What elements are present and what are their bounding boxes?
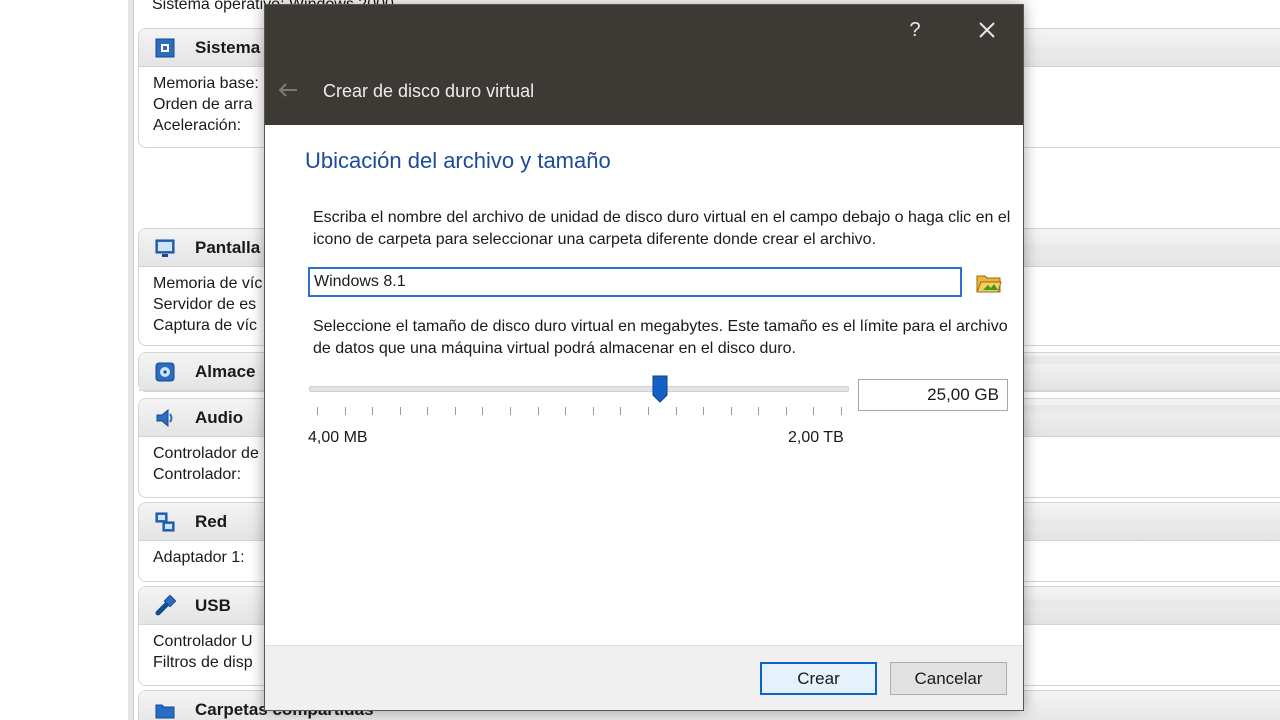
- folder-share-icon: [153, 698, 177, 720]
- filename-input[interactable]: [308, 267, 962, 297]
- slider-tick: [454, 407, 456, 415]
- slider-tick: [510, 407, 512, 415]
- divider: [1024, 520, 1280, 528]
- dialog-footer: Crear Cancelar: [265, 645, 1023, 710]
- slider-tick: [841, 407, 842, 415]
- slider-tick: [565, 407, 567, 415]
- create-button[interactable]: Crear: [760, 662, 877, 695]
- size-instructions: Seleccione el tamaño de disco duro virtu…: [313, 318, 1008, 357]
- slider-tick: [317, 407, 318, 415]
- section-title: Sistema: [195, 37, 261, 57]
- slider-min-label: 4,00 MB: [308, 429, 368, 446]
- disk-size-input[interactable]: [858, 379, 1008, 411]
- divider: [1024, 405, 1280, 413]
- slider-tick: [372, 407, 374, 415]
- close-icon: [979, 22, 995, 38]
- choose-folder-button[interactable]: [975, 269, 1003, 297]
- speaker-icon: [153, 406, 177, 430]
- close-button[interactable]: [965, 13, 1009, 47]
- slider-tick: [399, 407, 401, 415]
- slider-tick: [675, 407, 677, 415]
- slider-tick: [647, 407, 649, 415]
- monitor-icon: [153, 236, 177, 260]
- slider-tick: [537, 407, 539, 415]
- section-title: Almace: [195, 361, 256, 381]
- back-arrow-icon: [278, 83, 297, 97]
- divider: [1024, 356, 1280, 364]
- storage-icon: [153, 360, 177, 384]
- disk-size-slider[interactable]: [309, 375, 849, 417]
- back-button[interactable]: [275, 77, 301, 103]
- slider-tick: [620, 407, 622, 415]
- slider-tick: [758, 407, 760, 415]
- divider: [1024, 48, 1280, 56]
- cancel-button[interactable]: Cancelar: [890, 662, 1007, 695]
- slider-handle[interactable]: [652, 375, 668, 403]
- slider-tick: [785, 407, 787, 415]
- slider-tick: [703, 407, 705, 415]
- section-title: USB: [195, 595, 231, 615]
- slider-max-label: 2,00 TB: [788, 429, 844, 446]
- section-title: Pantalla: [195, 237, 261, 257]
- network-icon: [153, 510, 177, 534]
- slider-tick: [813, 407, 815, 415]
- section-title: Red: [195, 511, 228, 531]
- create-virtual-disk-dialog: ? Crear de disco duro virtual Ubicación …: [264, 4, 1024, 711]
- details-panel-divider: [128, 0, 134, 720]
- location-instructions: Escriba el nombre del archivo de unidad …: [313, 209, 1011, 248]
- slider-tick: [482, 407, 484, 415]
- slider-track: [309, 386, 849, 392]
- divider: [1024, 600, 1280, 608]
- slider-tick: [592, 407, 594, 415]
- wizard-title: Crear de disco duro virtual: [323, 81, 535, 101]
- slider-tick: [427, 407, 429, 415]
- usb-icon: [153, 594, 177, 618]
- slider-tick: [730, 407, 732, 415]
- help-button[interactable]: ?: [895, 15, 935, 45]
- divider: [1024, 245, 1280, 253]
- slider-tick: [344, 407, 346, 415]
- dialog-titlebar: ? Crear de disco duro virtual: [265, 5, 1023, 125]
- page-title: Ubicación del archivo y tamaño: [305, 148, 611, 173]
- section-title: Audio: [195, 407, 244, 427]
- chip-icon: [153, 36, 177, 60]
- folder-icon: [976, 275, 1002, 293]
